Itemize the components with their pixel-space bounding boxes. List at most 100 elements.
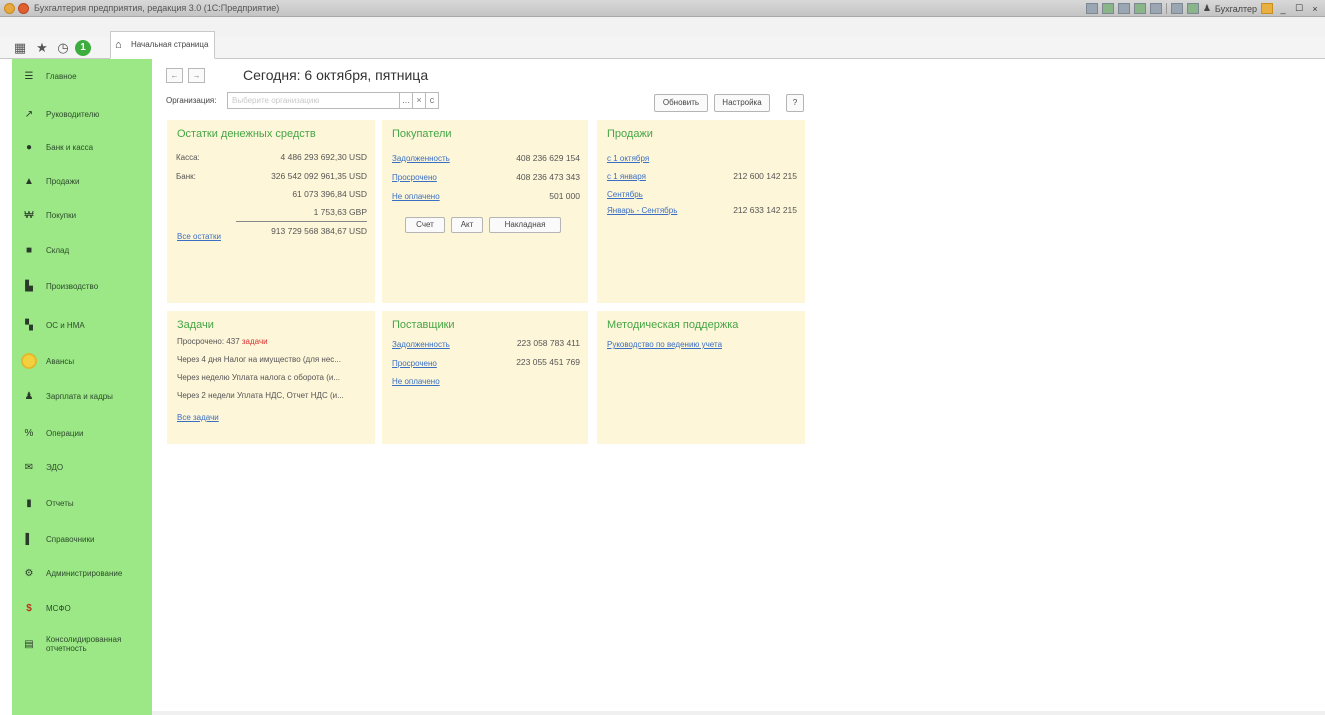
- create-waybill-button[interactable]: Накладная: [489, 217, 561, 233]
- suppliers-debt-value: 223 058 783 411: [516, 338, 580, 348]
- sidebar-item-edo[interactable]: ✉ ЭДО: [12, 455, 152, 479]
- refresh-button[interactable]: Обновить: [654, 94, 708, 112]
- buyers-unpaid-value: 501 000: [549, 191, 580, 201]
- favorites-star-icon[interactable]: ★: [34, 40, 50, 56]
- buyers-overdue-link[interactable]: Просрочено: [392, 173, 437, 182]
- task-item[interactable]: Через неделю Уплата налога с оборота (и.…: [177, 373, 340, 382]
- sales-period-link[interactable]: Сентябрь: [607, 190, 643, 199]
- menu-icon: ☰: [24, 70, 34, 82]
- org-dropdown-button[interactable]: ...: [399, 92, 413, 109]
- buyers-overdue-value: 408 236 473 343: [516, 172, 580, 182]
- sidebar-item-label: Справочники: [46, 534, 95, 544]
- current-user[interactable]: Бухгалтер: [1215, 4, 1257, 14]
- advances-icon: [12, 353, 46, 369]
- tray-icon[interactable]: [1117, 3, 1130, 14]
- all-tasks-link[interactable]: Все задачи: [177, 413, 219, 422]
- bank-value: 326 542 092 961,35 USD: [271, 171, 367, 181]
- sales-value: 212 633 142 215: [733, 205, 797, 215]
- sales-period-link[interactable]: с 1 января: [607, 172, 646, 181]
- sidebar-item-directories[interactable]: ▌ Справочники: [12, 527, 152, 551]
- buyers-debt-link[interactable]: Задолженность: [392, 154, 450, 163]
- app-menu-icon[interactable]: [4, 3, 15, 14]
- suppliers-panel: Поставщики Задолженность 223 058 783 411…: [382, 311, 588, 444]
- bank-value: 1 753,63 GBP: [313, 207, 367, 217]
- sidebar-item-advances[interactable]: Авансы: [12, 349, 152, 373]
- tray-icon[interactable]: [1133, 3, 1146, 14]
- buyers-unpaid-link[interactable]: Не оплачено: [392, 192, 440, 201]
- sales-value: 212 600 142 215: [733, 171, 797, 181]
- maximize-button[interactable]: ☐: [1293, 3, 1305, 14]
- sales-panel-title[interactable]: Продажи: [607, 128, 653, 140]
- bank-icon: ●: [25, 141, 33, 153]
- sidebar-item-consolidated[interactable]: ▤ Консолидированная отчетность: [12, 629, 152, 659]
- sidebar-item-label: Консолидированная отчетность: [46, 635, 122, 653]
- back-button[interactable]: ←: [166, 68, 183, 83]
- sales-period-link[interactable]: Январь - Сентябрь: [607, 206, 677, 215]
- purchases-icon: ₩: [24, 209, 34, 221]
- sidebar-item-warehouse[interactable]: ■ Склад: [12, 238, 152, 262]
- sidebar-item-ifrs[interactable]: $ МСФО: [12, 596, 152, 620]
- tray-icon[interactable]: [1101, 3, 1114, 14]
- sidebar-item-label: ОС и НМА: [46, 320, 85, 330]
- tab-row: ▦ ★ ◷ 1 ⌂ Начальная страница: [0, 31, 1325, 59]
- app-logo-icon[interactable]: 1: [75, 40, 91, 56]
- suppliers-unpaid-link[interactable]: Не оплачено: [392, 377, 440, 386]
- tab-bar: ▦ ★ ◷ 1 ⌂ Начальная страница: [0, 17, 1325, 59]
- warehouse-icon: ■: [25, 244, 33, 256]
- sidebar-item-label: Авансы: [46, 356, 75, 366]
- org-open-button[interactable]: с: [425, 92, 439, 109]
- tray-icon[interactable]: [1085, 3, 1098, 14]
- sidebar-item-bank[interactable]: ● Банк и касса: [12, 135, 152, 159]
- sidebar-item-operations[interactable]: % Операции: [12, 421, 152, 445]
- suppliers-debt-link[interactable]: Задолженность: [392, 340, 450, 349]
- create-act-button[interactable]: Акт: [451, 217, 483, 233]
- tasks-overdue: Просрочено: 437 задачи: [177, 337, 268, 346]
- sidebar-item-main[interactable]: ☰ Главное: [12, 64, 152, 88]
- tray-icon[interactable]: [1149, 3, 1162, 14]
- suppliers-panel-title[interactable]: Поставщики: [392, 319, 455, 331]
- org-clear-button[interactable]: ×: [412, 92, 426, 109]
- sidebar-item-salary[interactable]: ♟ Зарплата и кадры: [12, 384, 152, 408]
- sidebar-item-management[interactable]: ↗ Руководителю: [12, 102, 152, 126]
- sidebar-item-label: Операции: [46, 428, 84, 438]
- tab-home[interactable]: ⌂ Начальная страница: [110, 31, 216, 59]
- sidebar-item-fixed-assets[interactable]: ▚ ОС и НМА: [12, 313, 152, 337]
- info-icon[interactable]: [1261, 3, 1273, 14]
- tab-home-label: Начальная страница: [131, 40, 209, 49]
- advances-circle-icon: [21, 353, 37, 369]
- support-panel-title[interactable]: Методическая поддержка: [607, 319, 738, 331]
- cash-panel-title[interactable]: Остатки денежных средств: [177, 128, 316, 140]
- notification-icon[interactable]: [1170, 3, 1183, 14]
- forward-button[interactable]: →: [188, 68, 205, 83]
- sales-period-link[interactable]: с 1 октября: [607, 154, 649, 163]
- close-button[interactable]: ×: [1309, 4, 1321, 14]
- tasks-overdue-suffix: задачи: [241, 337, 268, 346]
- sidebar-item-production[interactable]: ▙ Производство: [12, 274, 152, 298]
- kassa-label: Касса:: [176, 153, 200, 162]
- sidebar-item-label: Банк и касса: [46, 142, 94, 152]
- settings-button[interactable]: Настройка: [714, 94, 770, 112]
- sidebar-item-sales[interactable]: ▲ Продажи: [12, 169, 152, 193]
- create-invoice-button[interactable]: Счет: [405, 217, 445, 233]
- accounting-guide-link[interactable]: Руководство по ведению учета: [607, 340, 722, 349]
- suppliers-overdue-link[interactable]: Просрочено: [392, 359, 437, 368]
- org-input[interactable]: Выберите организацию: [227, 92, 400, 109]
- task-item[interactable]: Через 4 дня Налог на имущество (для нес.…: [177, 355, 341, 364]
- sidebar-item-reports[interactable]: ▮ Отчеты: [12, 491, 152, 515]
- buyers-debt-value: 408 236 629 154: [516, 153, 580, 163]
- sidebar-item-label: Зарплата и кадры: [46, 391, 113, 401]
- apps-grid-icon[interactable]: ▦: [12, 40, 28, 56]
- sidebar-item-label: Главное: [46, 71, 77, 81]
- minimize-button[interactable]: _: [1277, 4, 1289, 14]
- history-icon[interactable]: [1186, 3, 1199, 14]
- sidebar-item-administration[interactable]: ⚙ Администрирование: [12, 561, 152, 585]
- history-clock-icon[interactable]: ◷: [55, 40, 71, 56]
- buyers-panel-title[interactable]: Покупатели: [392, 128, 452, 140]
- task-item[interactable]: Через 2 недели Уплата НДС, Отчет НДС (и.…: [177, 391, 344, 400]
- cash-total: 913 729 568 384,67 USD: [271, 226, 367, 236]
- help-button[interactable]: ?: [786, 94, 804, 112]
- sidebar: ☰ Главное ↗ Руководителю ● Банк и касса …: [12, 59, 152, 715]
- all-balances-link[interactable]: Все остатки: [177, 232, 221, 241]
- sidebar-item-purchases[interactable]: ₩ Покупки: [12, 203, 152, 227]
- tasks-panel-title[interactable]: Задачи: [177, 319, 214, 331]
